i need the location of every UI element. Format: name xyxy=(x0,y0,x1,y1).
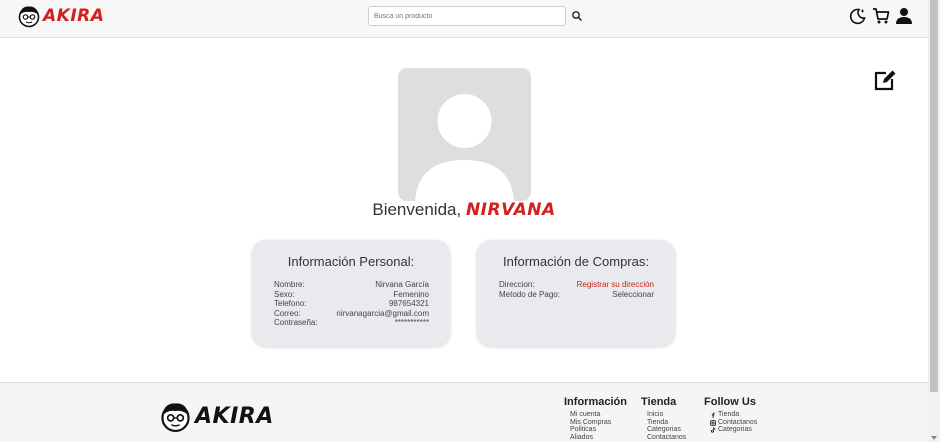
tiktok-icon xyxy=(711,427,716,433)
footer-info-title: Información xyxy=(564,396,627,408)
user-icon[interactable] xyxy=(895,7,913,25)
footer-social-label: Contactanos xyxy=(718,418,758,426)
footer-store-title: Tienda xyxy=(641,396,677,408)
footer-brand-name: AKIRA xyxy=(195,404,274,429)
top-navbar: AKIRA xyxy=(0,0,928,38)
info-row-email: Correo: nirvanagarcia@gmail.com xyxy=(274,309,429,319)
footer-link-home[interactable]: Inicio xyxy=(647,411,686,419)
instagram-icon xyxy=(710,419,716,426)
info-row-phone: Telefono: 987654321 xyxy=(274,299,429,309)
footer-social-label: Tienda xyxy=(718,411,740,418)
row-label: Nombre: xyxy=(274,280,305,289)
info-row-address: Direccion: Registrar su dirección xyxy=(499,280,654,290)
footer-social-label: Categorias xyxy=(718,426,752,434)
info-row-name: Nombre: Nirvana García xyxy=(274,280,429,290)
scrollbar-thumb[interactable] xyxy=(930,0,938,392)
row-label: Metodo de Pago: xyxy=(499,289,560,299)
facebook-icon xyxy=(711,412,715,418)
row-value: 987654321 xyxy=(388,299,429,309)
footer-link-my-account[interactable]: Mi cuenta xyxy=(570,411,627,419)
info-row-sex: Sexo: Femenino xyxy=(274,290,429,300)
footer-logo[interactable]: AKIRA xyxy=(159,400,274,433)
row-value: nirvanagarcia@gmail.com xyxy=(336,308,429,318)
row-label: Correo: xyxy=(274,308,301,318)
row-value: Femenino xyxy=(393,289,429,299)
search-input[interactable] xyxy=(368,6,566,26)
footer-link-my-purchases[interactable]: Mis Compras xyxy=(570,419,627,427)
moon-icon[interactable] xyxy=(849,7,867,25)
logo-face-icon xyxy=(161,403,190,433)
footer-link-contact[interactable]: Contactanos xyxy=(647,434,686,442)
avatar xyxy=(398,68,531,201)
row-value: *********** xyxy=(394,318,429,328)
footer-follow-title: Follow Us xyxy=(704,396,756,408)
avatar-placeholder-icon xyxy=(415,94,514,201)
row-label: Telefono: xyxy=(274,299,307,309)
footer-store-column: Tienda Inicio Tienda Categorias Contacta… xyxy=(641,396,686,442)
footer-link-store[interactable]: Tienda xyxy=(647,419,686,427)
row-label: Direccion: xyxy=(499,280,535,289)
footer-link-categories[interactable]: Categorias xyxy=(647,426,686,434)
info-row-password: Contraseña: *********** xyxy=(274,318,429,328)
register-address-link[interactable]: Registrar su dirección xyxy=(577,280,654,290)
info-row-payment: Metodo de Pago: Seleccionar xyxy=(499,290,654,300)
cart-icon[interactable] xyxy=(872,7,890,25)
row-label: Contraseña: xyxy=(274,318,318,328)
footer: AKIRA Información Mi cuenta Mis Compras … xyxy=(0,382,928,442)
select-payment-link[interactable]: Seleccionar xyxy=(612,290,654,300)
welcome-user-name: NIRVANA xyxy=(465,200,556,220)
brand-logo[interactable]: AKIRA xyxy=(17,4,104,28)
profile-page: AKIRA Bienvenida, xyxy=(0,0,928,442)
footer-social-tiktok[interactable]: Categorias xyxy=(710,426,757,434)
purchase-info-title: Información de Compras: xyxy=(503,254,649,269)
footer-info-column: Información Mi cuenta Mis Compras Politi… xyxy=(564,396,627,442)
row-value: Nirvana García xyxy=(375,280,429,289)
personal-info-card: Información Personal: Nombre: Nirvana Ga… xyxy=(252,240,450,346)
welcome-heading: Bienvenida, NIRVANA xyxy=(0,200,928,220)
search-icon[interactable] xyxy=(571,10,583,22)
logo-face-icon xyxy=(18,6,40,28)
scroll-down-arrow-icon[interactable] xyxy=(930,434,938,442)
welcome-greeting: Bienvenida, xyxy=(372,200,462,219)
personal-info-title: Información Personal: xyxy=(287,254,415,269)
footer-link-policies[interactable]: Politicas xyxy=(570,426,627,434)
purchase-info-card: Información de Compras: Direccion: Regis… xyxy=(477,240,675,346)
row-label: Sexo: xyxy=(274,289,295,299)
footer-social-instagram[interactable]: Contactanos xyxy=(710,419,757,427)
footer-follow-column: Follow Us Tienda Contactanos Categorias xyxy=(704,396,757,434)
footer-social-facebook[interactable]: Tienda xyxy=(710,411,757,419)
footer-link-partners[interactable]: Aliados xyxy=(570,434,627,442)
brand-name: AKIRA xyxy=(43,6,105,26)
edit-profile-icon[interactable] xyxy=(873,69,897,91)
